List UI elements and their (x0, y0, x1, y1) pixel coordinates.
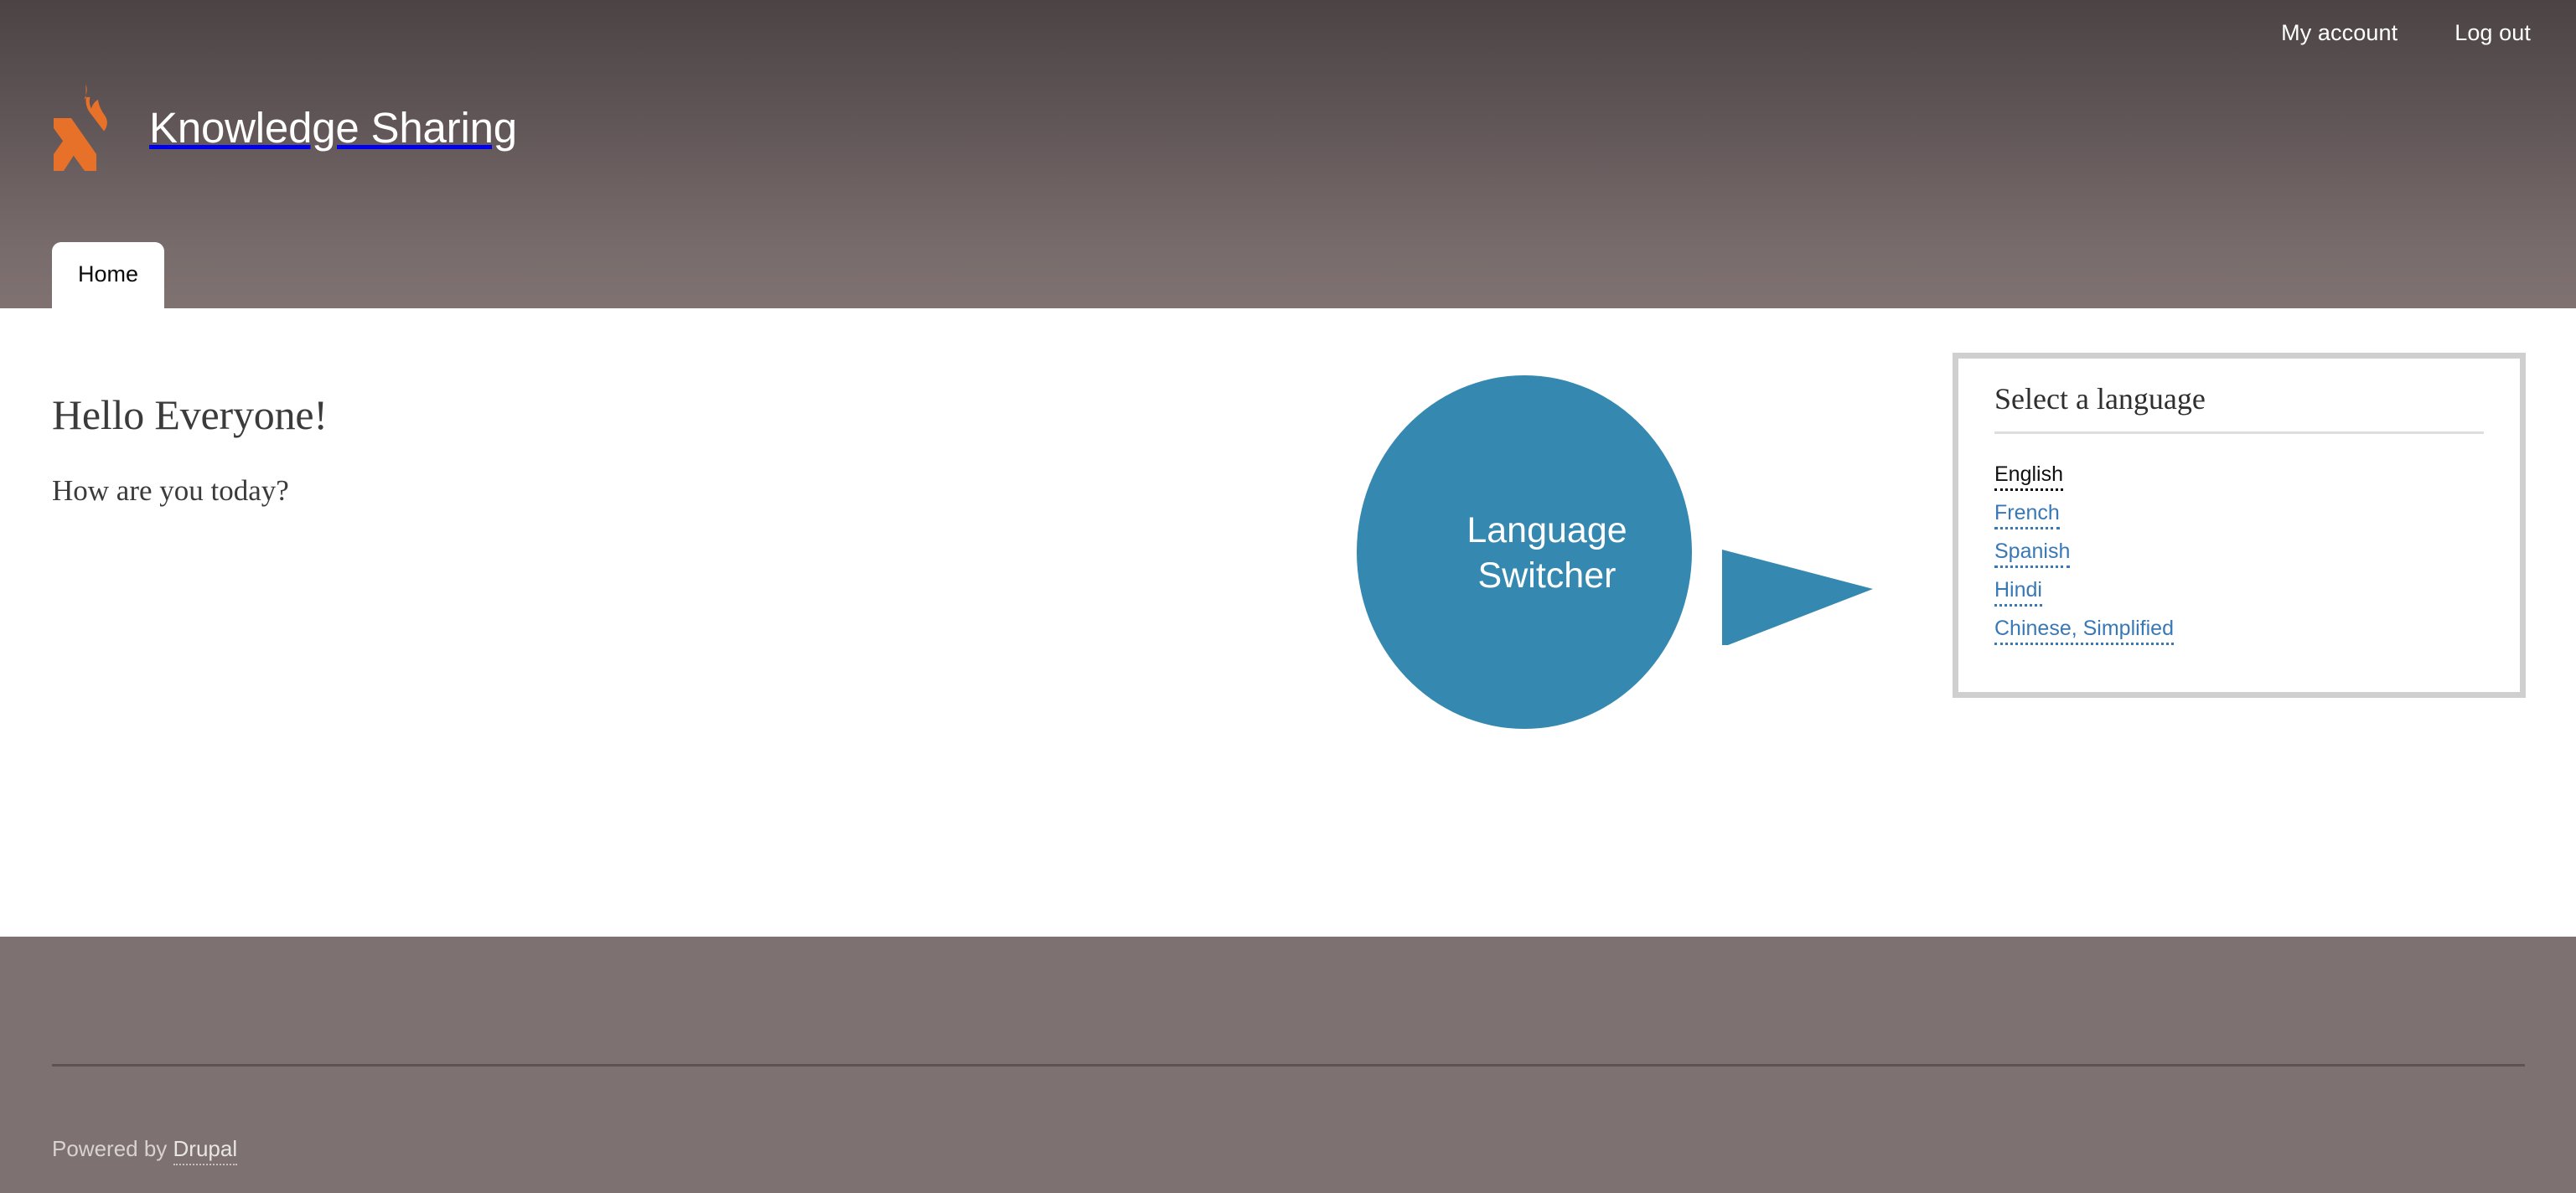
language-link-english[interactable]: English (1994, 462, 2063, 491)
primary-tabs: Home (52, 242, 165, 308)
callout-text: Language Switcher (1371, 508, 1723, 598)
list-item: Hindi (1994, 577, 2484, 607)
site-footer: Powered by Drupal (0, 937, 2576, 1193)
callout-text-line2: Switcher (1477, 555, 1616, 596)
flame-x-logo-icon (54, 84, 107, 171)
my-account-link[interactable]: My account (2281, 21, 2398, 44)
list-item: Spanish (1994, 539, 2484, 568)
callout-bubble-shape (1357, 375, 1873, 729)
callout-text-line1: Language (1466, 510, 1627, 550)
account-nav: My account Log out (2281, 0, 2576, 65)
list-item: French (1994, 500, 2484, 529)
list-item: Chinese, Simplified (1994, 616, 2484, 645)
main-content: Hello Everyone! How are you today? Selec… (0, 308, 2576, 937)
language-switcher-callout: Language Switcher (1341, 375, 1894, 744)
log-out-link[interactable]: Log out (2454, 21, 2531, 44)
footer-divider (52, 1064, 2525, 1066)
page-root: My account Log out Knowledge Sharing Hom… (0, 0, 2576, 1193)
language-switcher-block: Select a language English French Spanish… (1953, 353, 2526, 698)
footer-credit-prefix: Powered by (52, 1136, 173, 1161)
list-item: English (1994, 462, 2484, 491)
language-link-chinese-simplified[interactable]: Chinese, Simplified (1994, 616, 2174, 645)
drupal-link[interactable]: Drupal (173, 1136, 238, 1165)
site-name: Knowledge Sharing (149, 103, 517, 152)
language-switcher-inner: Select a language English French Spanish… (1958, 359, 2520, 692)
content-region: Hello Everyone! How are you today? (52, 392, 1225, 510)
body-text: How are you today? (52, 474, 289, 507)
language-link-spanish[interactable]: Spanish (1994, 539, 2071, 568)
language-link-french[interactable]: French (1994, 500, 2060, 529)
footer-credit: Powered by Drupal (52, 1136, 238, 1165)
tab-home[interactable]: Home (52, 242, 165, 308)
site-branding[interactable]: Knowledge Sharing (52, 84, 517, 171)
site-header: My account Log out Knowledge Sharing Hom… (0, 0, 2576, 308)
language-list: English French Spanish Hindi Chinese, Si… (1994, 462, 2484, 645)
language-link-hindi[interactable]: Hindi (1994, 577, 2042, 607)
page-title: Hello Everyone! (52, 391, 328, 438)
language-switcher-title: Select a language (1994, 382, 2484, 434)
